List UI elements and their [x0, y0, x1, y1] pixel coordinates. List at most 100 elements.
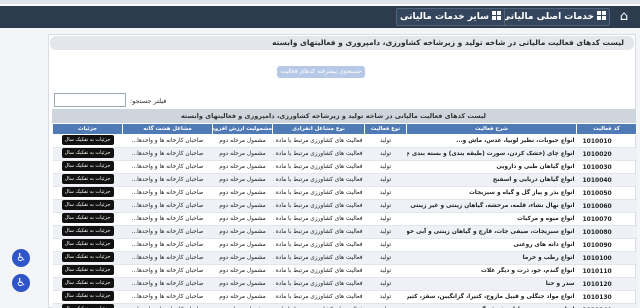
- cell-type: تولید: [364, 212, 407, 226]
- table-row[interactable]: 1010100 انواع رطب و خرما تولید فعالیت های ک…: [52, 251, 637, 265]
- top-strip: [0, 0, 640, 4]
- table-row[interactable]: 1010080 انواع سبزیجات، صیفی جات، قارچ و گ…: [52, 225, 637, 239]
- cell-description: انواع نخجه، پسته، بادام، فندق، گردو و...: [406, 303, 577, 308]
- cell-eight: صاحبان کارخانه ها و واحدها...: [122, 290, 213, 304]
- details-by-year-button[interactable]: جزئیات به تفکیک سال: [61, 226, 114, 236]
- details-by-year-button[interactable]: جزئیات به تفکیک سال: [61, 174, 114, 184]
- table-row[interactable]: 1010090 انواع دانه های روغنی تولید فعالیت ه…: [52, 238, 637, 252]
- table-row[interactable]: 1010140انواع نخجه، پسته، بادام، فندق، گر…: [52, 303, 637, 308]
- details-by-year-button[interactable]: جزئیات به تفکیک سال: [61, 187, 114, 197]
- cell-type: تولید: [364, 264, 407, 278]
- advanced-search-button[interactable]: جستجوی پیشرفته کدهای فعالیت: [277, 66, 365, 78]
- cell-description: انواع نهال نشاء، قلمه، مرحشه، گیاهان زین…: [406, 199, 577, 213]
- col-header-vat[interactable]: مشمولیت ارزش افزوده: [212, 123, 273, 135]
- table-row[interactable]: 1010030 انواع گیاهان طبی و دارویی تولید فعا…: [52, 160, 637, 174]
- cell-type: تولید: [364, 199, 407, 213]
- col-header-individual[interactable]: نوع مشاغل انفرادی: [272, 123, 365, 135]
- cell-individual: فعالیت های کشاورزی مرتبط با ماده 81 ق.م.…: [272, 173, 365, 187]
- cell-type: تولید: [364, 160, 407, 174]
- table-row[interactable]: 1010040 انواع گیاهان دریایی و اسفنج تولید ف…: [52, 173, 637, 187]
- cell-vat: مشمول مرحله دوم: [212, 134, 273, 148]
- grid-icon: [597, 11, 606, 20]
- details-by-year-button[interactable]: جزئیات به تفکیک سال: [61, 278, 114, 288]
- cell-vat: مشمول مرحله دوم: [212, 251, 273, 265]
- col-header-details: جزئیات: [52, 123, 123, 135]
- cell-code: 1010130: [576, 290, 637, 304]
- cell-details: جزئیات به تفکیک سال: [52, 290, 123, 304]
- cell-vat: مشمول مرحله دوم: [212, 290, 273, 304]
- cell-type: تولید: [364, 134, 407, 148]
- cell-code: 1010020: [576, 147, 637, 161]
- details-by-year-button[interactable]: جزئیات به تفکیک سال: [61, 161, 114, 171]
- cell-description: انواع میوه و مرکبات: [406, 212, 577, 226]
- col-header-desc[interactable]: شرح فعالیت: [406, 123, 577, 135]
- table-row[interactable]: 1010110 انواع گندم، جو، ذرت و دیگر غلات تو…: [52, 264, 637, 278]
- cell-eight: صاحبان کارخانه ها و واحدها...: [122, 212, 213, 226]
- cell-type: تولید: [364, 277, 407, 291]
- cell-code: 1010110: [576, 264, 637, 278]
- cell-details: جزئیات به تفکیک سال: [52, 160, 123, 174]
- cell-description: انواع سبزیجات، صیفی جات، قارچ و گیاهان ز…: [406, 225, 577, 239]
- home-icon[interactable]: ⌂: [616, 9, 632, 25]
- details-by-year-button[interactable]: جزئیات به تفکیک سال: [61, 213, 114, 223]
- cell-individual: فعالیت های کشاورزی مرتبط با ماده 81 ق.م.…: [272, 134, 365, 148]
- table-row[interactable]: 1010070 انواع میوه و مرکبات تولید فعالیت ها…: [52, 212, 637, 226]
- cell-details: جزئیات به تفکیک سال: [52, 147, 123, 161]
- table-row[interactable]: 1010010 انواع حبوبات، نظیر لوبیا، عدس، ما…: [52, 134, 637, 148]
- nav-label: خدمات اصلی مالیاتی: [501, 12, 594, 22]
- filter-input[interactable]: [54, 93, 126, 107]
- cell-vat: مشمول مرحله دوم: [212, 225, 273, 239]
- top-navbar: ⌂ خدمات اصلی مالیاتی سایر خدمات مالیاتی: [0, 6, 640, 28]
- cell-code: 1010100: [576, 251, 637, 265]
- cell-eight: صاحبان کارخانه ها و واحدها...: [122, 303, 213, 308]
- page-title: لیست کدهای فعالیت مالیاتی در شاخه تولید …: [50, 36, 634, 50]
- details-by-year-button[interactable]: جزئیات به تفکیک سال: [61, 265, 114, 275]
- cell-vat: مشمول مرحله دوم: [212, 238, 273, 252]
- cell-vat: مشمول مرحله دوم: [212, 277, 273, 291]
- details-by-year-button[interactable]: جزئیات به تفکیک سال: [61, 239, 114, 249]
- cell-eight: صاحبان کارخانه ها و واحدها...: [122, 277, 213, 291]
- cell-details: جزئیات به تفکیک سال: [52, 173, 123, 187]
- cell-eight: صاحبان کارخانه ها و واحدها...: [122, 147, 213, 161]
- cell-individual: فعالیت های کشاورزی مرتبط با ماده 81 ق.م.…: [272, 225, 365, 239]
- cell-eight: صاحبان کارخانه ها و واحدها...: [122, 251, 213, 265]
- activity-codes-table: کد فعالیت شرح فعالیت نوع فعالیت نوع مشاغ…: [52, 123, 637, 308]
- table-row[interactable]: 1010020 انواع چای (خشک کردن، سورت (طبقه ب…: [52, 147, 637, 161]
- cell-vat: مشمول مرحله دوم: [212, 264, 273, 278]
- cell-type: تولید: [364, 173, 407, 187]
- cell-code: 1010080: [576, 225, 637, 239]
- cell-individual: فعالیت های کشاورزی مرتبط با ماده 81 ق.م.…: [272, 212, 365, 226]
- cell-eight: صاحبان کارخانه ها و واحدها...: [122, 160, 213, 174]
- cell-details: جزئیات به تفکیک سال: [52, 186, 123, 200]
- table-row[interactable]: 1010120 سدر و حنا تولید فعالیت های کشاورزی …: [52, 277, 637, 291]
- grid-icon: [492, 11, 501, 20]
- details-by-year-button[interactable]: جزئیات به تفکیک سال: [61, 135, 114, 145]
- table-row[interactable]: 1010130 انواع مواد جنگلی و قبیل مازوج، کت…: [52, 290, 637, 304]
- details-by-year-button[interactable]: جزئیات به تفکیک سال: [61, 200, 114, 210]
- cell-code: 1010070: [576, 212, 637, 226]
- cell-details: جزئیات به تفکیک سال: [52, 238, 123, 252]
- col-header-eight[interactable]: مشاغل هشت گانه: [122, 123, 213, 135]
- nav-other-tax-services[interactable]: سایر خدمات مالیاتی: [395, 8, 505, 26]
- details-by-year-button[interactable]: جزئیات به تفکیک سال: [61, 252, 114, 262]
- nav-main-tax-services[interactable]: خدمات اصلی مالیاتی: [497, 8, 610, 26]
- details-by-year-button[interactable]: جزئیات به تفکیک سال: [61, 291, 114, 301]
- table-row[interactable]: 1010050 انواع بذر و پیاز گل و گیاه و سبزی…: [52, 186, 637, 200]
- accessibility-icon[interactable]: ♿: [12, 249, 30, 267]
- details-by-year-button[interactable]: جزئیات به تفکیک سال: [61, 304, 114, 308]
- cell-code: 1010140: [576, 303, 637, 308]
- col-header-code[interactable]: کد فعالیت: [576, 123, 637, 135]
- col-header-type[interactable]: نوع فعالیت: [364, 123, 407, 135]
- cell-eight: صاحبان کارخانه ها و واحدها...: [122, 173, 213, 187]
- cell-code: 1010010: [576, 134, 637, 148]
- cell-vat: مشمول مرحله دوم: [212, 303, 273, 308]
- cell-type: تولید: [364, 186, 407, 200]
- nav-label: سایر خدمات مالیاتی: [399, 12, 489, 22]
- details-by-year-button[interactable]: جزئیات به تفکیک سال: [61, 148, 114, 158]
- cell-vat: مشمول مرحله دوم: [212, 160, 273, 174]
- cell-individual: فعالیت های کشاورزی مرتبط با ماده 81 ق.م.…: [272, 160, 365, 174]
- table-row[interactable]: 1010060 انواع نهال نشاء، قلمه، مرحشه، گیا…: [52, 199, 637, 213]
- accessibility-icon[interactable]: ♿: [12, 274, 30, 292]
- cell-vat: مشمول مرحله دوم: [212, 199, 273, 213]
- cell-description: انواع گندم، جو، ذرت و دیگر غلات: [406, 264, 577, 278]
